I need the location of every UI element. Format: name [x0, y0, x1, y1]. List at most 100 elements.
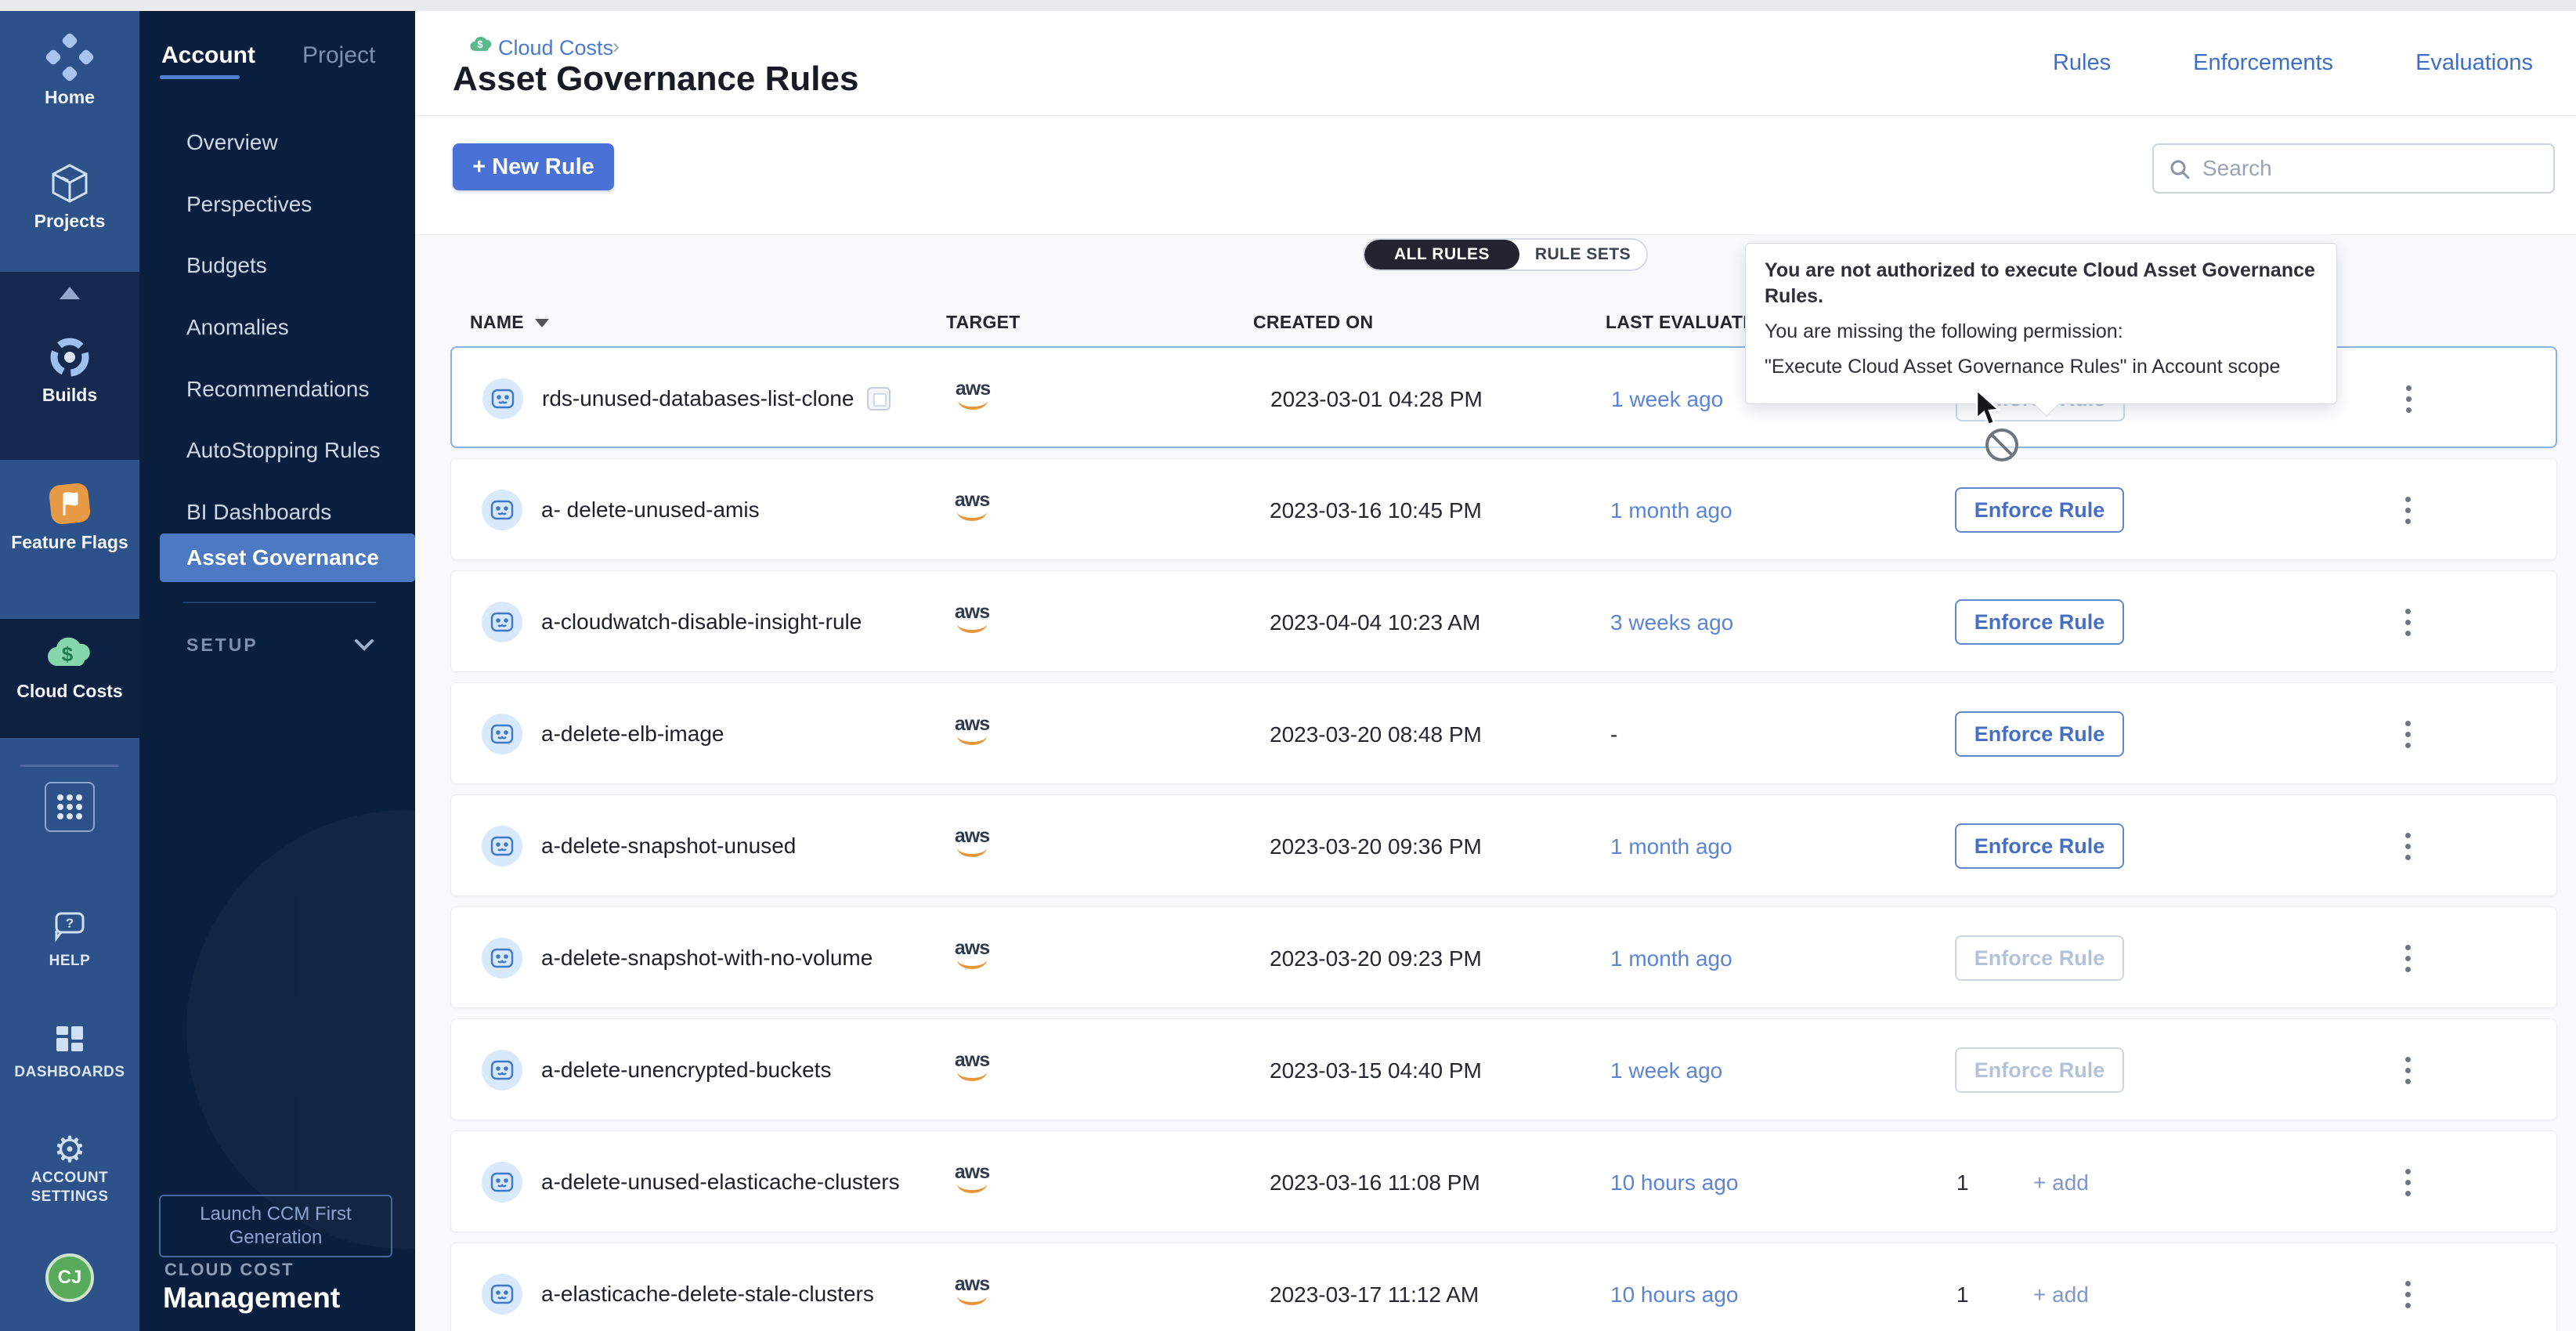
- sidebar-item-asset-governance[interactable]: Asset Governance: [160, 533, 415, 582]
- breadcrumb[interactable]: Cloud Costs: [498, 36, 613, 60]
- tab-account[interactable]: Account: [161, 42, 255, 69]
- link-rules[interactable]: Rules: [2053, 50, 2111, 76]
- aws-text: aws: [955, 937, 989, 959]
- created-on-value: 2023-03-20 08:48 PM: [1270, 722, 1482, 747]
- page-header: $ Cloud Costs › Asset Governance Rules R…: [415, 11, 2576, 116]
- rule-name[interactable]: a-cloudwatch-disable-insight-rule: [541, 609, 862, 635]
- last-evaluation-link[interactable]: 1 month ago: [1610, 946, 1732, 971]
- created-on-value: 2023-03-20 09:23 PM: [1270, 946, 1482, 971]
- copy-icon[interactable]: [867, 387, 891, 411]
- column-header-name[interactable]: NAME: [470, 312, 549, 333]
- dashboards-icon: [50, 1049, 89, 1062]
- last-evaluation-link[interactable]: 10 hours ago: [1610, 1282, 1738, 1307]
- new-rule-button[interactable]: + New Rule: [453, 143, 614, 190]
- row-menu-kebab-icon[interactable]: [2392, 1046, 2423, 1094]
- created-on-value: 2023-03-20 09:36 PM: [1270, 834, 1482, 859]
- sidebar-item-cloud-costs[interactable]: $ Cloud Costs: [0, 630, 139, 702]
- chevron-down-icon[interactable]: [352, 636, 376, 657]
- row-menu-kebab-icon[interactable]: [2392, 1158, 2423, 1206]
- enforce-rule-button[interactable]: Enforce Rule: [1955, 823, 2124, 869]
- table-row[interactable]: a-delete-unused-elasticache-clusters aws…: [450, 1130, 2557, 1232]
- table-row[interactable]: a-delete-snapshot-with-no-volume aws 202…: [450, 906, 2557, 1008]
- rule-name[interactable]: a-delete-unused-elasticache-clusters: [541, 1170, 900, 1195]
- sidebar-item-dashboards[interactable]: DASHBOARDS: [0, 1020, 139, 1082]
- sidebar-item-label: DASHBOARDS: [0, 1063, 139, 1082]
- rule-name[interactable]: a-delete-snapshot-unused: [541, 834, 796, 859]
- last-evaluation-link[interactable]: 1 month ago: [1610, 498, 1732, 523]
- rule-name[interactable]: a-elasticache-delete-stale-clusters: [541, 1282, 874, 1307]
- sidebar-item-account-settings[interactable]: ⚙ ACCOUNT SETTINGS: [0, 1130, 139, 1206]
- product-eyebrow: CLOUD COST: [164, 1260, 294, 1280]
- enforce-rule-button[interactable]: Enforce Rule: [1955, 711, 2124, 757]
- sidebar-item-label: Cloud Costs: [0, 681, 139, 702]
- last-evaluation-link[interactable]: 1 week ago: [1610, 1058, 1722, 1083]
- sidebar-item-bi-dashboards[interactable]: BI Dashboards: [186, 500, 331, 525]
- setup-section-label[interactable]: SETUP: [186, 635, 258, 656]
- sidebar-item-label: Builds: [0, 385, 139, 406]
- rule-name[interactable]: a-delete-unencrypted-buckets: [541, 1058, 831, 1083]
- user-avatar[interactable]: CJ: [45, 1253, 94, 1302]
- column-header-target[interactable]: TARGET: [946, 312, 1021, 333]
- link-evaluations[interactable]: Evaluations: [2415, 50, 2533, 76]
- row-menu-kebab-icon[interactable]: [2392, 822, 2423, 870]
- aws-text: aws: [955, 601, 989, 623]
- table-row[interactable]: a-delete-unencrypted-buckets aws 2023-03…: [450, 1018, 2557, 1120]
- last-evaluation-link[interactable]: 1 week ago: [1611, 387, 1723, 412]
- row-menu-kebab-icon[interactable]: [2392, 710, 2423, 758]
- tab-all-rules[interactable]: ALL RULES: [1364, 240, 1519, 269]
- sidebar-item-autostopping-rules[interactable]: AutoStopping Rules: [186, 438, 381, 463]
- module-grid-button[interactable]: [45, 782, 95, 832]
- not-allowed-icon: [1982, 425, 2022, 469]
- enforcement-count[interactable]: 1: [1956, 1170, 1969, 1195]
- sidebar-item-help[interactable]: ? HELP: [0, 909, 139, 971]
- tab-project[interactable]: Project: [302, 42, 375, 69]
- enforcement-count[interactable]: 1: [1956, 1282, 1969, 1307]
- add-enforcement-link[interactable]: + add: [2033, 1170, 2089, 1195]
- sidebar-item-feature-flags[interactable]: Feature Flags: [0, 479, 139, 553]
- rule-icon: [482, 1274, 522, 1315]
- table-row[interactable]: a-delete-elb-image aws 2023-03-20 08:48 …: [450, 682, 2557, 784]
- rule-name[interactable]: a-delete-elb-image: [541, 722, 724, 747]
- sidebar-item-overview[interactable]: Overview: [186, 130, 278, 155]
- search-input[interactable]: [2202, 145, 2547, 192]
- enforce-rule-button[interactable]: Enforce Rule: [1955, 599, 2124, 645]
- sidebar-item-home[interactable]: Home: [0, 31, 139, 108]
- sidebar-item-perspectives[interactable]: Perspectives: [186, 192, 312, 217]
- enforce-rule-button[interactable]: Enforce Rule: [1955, 487, 2124, 533]
- row-menu-kebab-icon[interactable]: [2393, 374, 2424, 423]
- table-row[interactable]: a-delete-snapshot-unused aws 2023-03-20 …: [450, 794, 2557, 896]
- sidebar-item-builds[interactable]: Builds: [0, 334, 139, 406]
- last-evaluation-link[interactable]: 3 weeks ago: [1610, 610, 1733, 635]
- tooltip-line: You are not authorized to execute Cloud …: [1765, 258, 2318, 309]
- row-menu-kebab-icon[interactable]: [2392, 598, 2423, 646]
- sidebar-item-anomalies[interactable]: Anomalies: [186, 315, 289, 340]
- table-row[interactable]: a-cloudwatch-disable-insight-rule aws 20…: [450, 570, 2557, 672]
- row-menu-kebab-icon[interactable]: [2392, 486, 2423, 534]
- active-tab-underline: [160, 75, 240, 79]
- row-menu-kebab-icon[interactable]: [2392, 934, 2423, 982]
- launch-ccm-first-gen-button[interactable]: Launch CCM First Generation: [159, 1195, 392, 1257]
- last-evaluation-link[interactable]: 1 month ago: [1610, 834, 1732, 859]
- rule-name[interactable]: a- delete-unused-amis: [541, 497, 760, 523]
- last-evaluation-link[interactable]: 10 hours ago: [1610, 1170, 1738, 1195]
- rules-segmented-control: ALL RULES RULE SETS: [1363, 238, 1648, 271]
- add-enforcement-link[interactable]: + add: [2033, 1282, 2089, 1307]
- sidebar-item-budgets[interactable]: Budgets: [186, 253, 267, 278]
- link-enforcements[interactable]: Enforcements: [2193, 50, 2333, 76]
- rule-name[interactable]: a-delete-snapshot-with-no-volume: [541, 946, 873, 971]
- table-row[interactable]: a- delete-unused-amis aws 2023-03-16 10:…: [450, 458, 2557, 560]
- tab-rule-sets[interactable]: RULE SETS: [1519, 240, 1646, 269]
- collapse-caret-icon[interactable]: [60, 287, 80, 299]
- aws-text: aws: [955, 1049, 989, 1071]
- sidebar-item-recommendations[interactable]: Recommendations: [186, 377, 369, 402]
- sidebar-item-projects[interactable]: Projects: [0, 160, 139, 232]
- rule-name[interactable]: rds-unused-databases-list-clone: [542, 386, 854, 411]
- row-menu-kebab-icon[interactable]: [2392, 1270, 2423, 1318]
- harness-logo-icon: [44, 73, 96, 86]
- created-on-value: 2023-04-04 10:23 AM: [1270, 610, 1480, 635]
- enforce-rule-button[interactable]: Enforce Rule: [1955, 935, 2124, 981]
- column-header-created-on[interactable]: CREATED ON: [1253, 312, 1373, 333]
- enforce-rule-button[interactable]: Enforce Rule: [1955, 1047, 2124, 1093]
- main-content: $ Cloud Costs › Asset Governance Rules R…: [415, 11, 2576, 1331]
- table-row[interactable]: a-elasticache-delete-stale-clusters aws …: [450, 1242, 2557, 1331]
